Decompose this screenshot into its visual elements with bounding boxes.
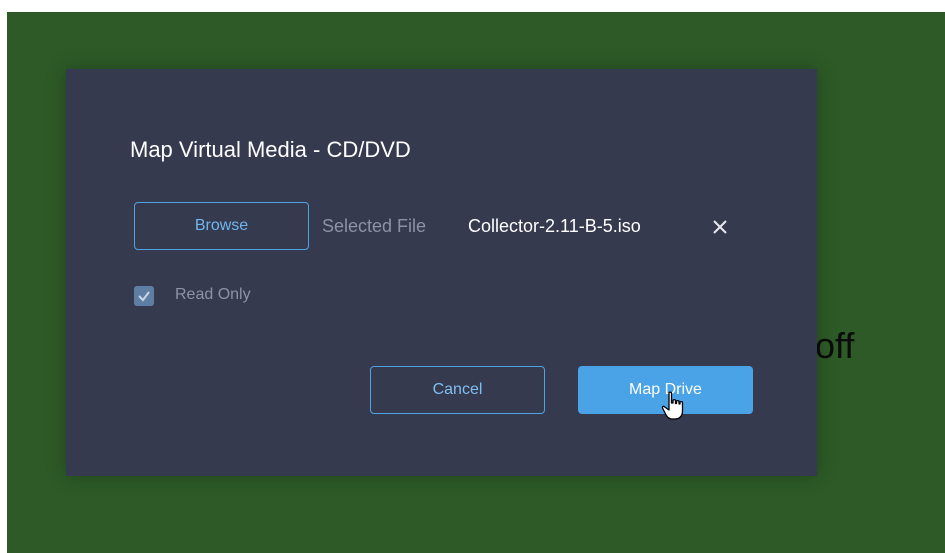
read-only-checkbox[interactable]: [134, 286, 154, 306]
cancel-button[interactable]: Cancel: [370, 366, 545, 414]
top-caption-strip: [0, 0, 945, 12]
read-only-label: Read Only: [175, 286, 251, 303]
map-virtual-media-dialog: Map Virtual Media - CD/DVD Browse Select…: [66, 69, 817, 476]
background-text: off: [815, 325, 855, 366]
close-icon[interactable]: [710, 217, 730, 237]
browse-button[interactable]: Browse: [134, 202, 309, 250]
map-drive-button[interactable]: Map Drive: [578, 366, 753, 414]
page-backdrop: off Map Virtual Media - CD/DVD Browse Se…: [7, 12, 945, 553]
checkmark-icon: [138, 291, 150, 302]
dialog-title: Map Virtual Media - CD/DVD: [130, 137, 411, 162]
selected-file-label: Selected File: [322, 216, 427, 236]
selected-file-value: Collector-2.11-B-5.iso: [468, 216, 641, 236]
